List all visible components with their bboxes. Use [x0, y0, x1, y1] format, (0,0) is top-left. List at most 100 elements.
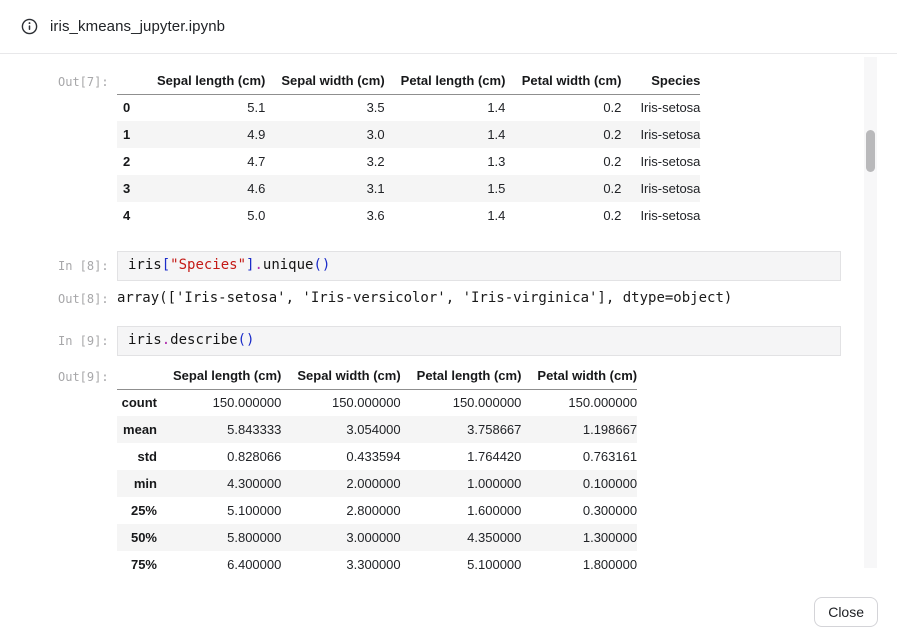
code-token: .	[162, 332, 170, 348]
table-cell: 1.3	[385, 148, 506, 175]
table-cell: 1.4	[385, 121, 506, 148]
table-row: 14.93.01.40.2Iris-setosa	[117, 121, 700, 148]
row-index: 4	[117, 202, 141, 229]
code-cell: iris["Species"].unique()	[117, 251, 841, 281]
table-cell: Iris-setosa	[621, 148, 700, 175]
code-token: "Species"	[170, 257, 246, 273]
close-button[interactable]: Close	[814, 597, 878, 627]
column-header: Sepal length (cm)	[157, 363, 281, 389]
column-header: Sepal width (cm)	[281, 363, 400, 389]
cell-prompt-label: In [8]:	[58, 251, 117, 273]
table-cell: 1.5	[385, 175, 506, 202]
table-row: 25%5.1000002.8000001.6000000.300000	[117, 497, 637, 524]
column-header: Species	[621, 68, 700, 94]
table-cell: 5.800000	[157, 524, 281, 551]
notebook-cell: Out[8]:array(['Iris-setosa', 'Iris-versi…	[0, 287, 897, 308]
notebook: Out[7]:Sepal length (cm)Sepal width (cm)…	[0, 68, 897, 575]
column-header: Petal width (cm)	[521, 363, 637, 389]
code-token: unique	[263, 257, 314, 273]
cell-prompt-label: Out[7]:	[58, 68, 117, 89]
table-row: 75%6.4000003.3000005.1000001.800000	[117, 551, 637, 575]
table-cell: Iris-setosa	[621, 121, 700, 148]
table-row: min4.3000002.0000001.0000000.100000	[117, 470, 637, 497]
notebook-cell: In [8]:iris["Species"].unique()	[0, 251, 897, 281]
table-cell: 3.1	[265, 175, 384, 202]
column-header: Sepal length (cm)	[141, 68, 265, 94]
table-cell: 1.4	[385, 94, 506, 121]
table-header-row: Sepal length (cm)Sepal width (cm)Petal l…	[117, 363, 637, 389]
table-cell: 1.800000	[521, 551, 637, 575]
code-token: (	[313, 257, 321, 273]
table-cell: 3.758667	[401, 416, 522, 443]
cell-prompt-label: In [9]:	[58, 326, 117, 348]
table-cell: 150.000000	[401, 389, 522, 416]
table-cell: 5.100000	[157, 497, 281, 524]
notebook-preview: Out[7]:Sepal length (cm)Sepal width (cm)…	[0, 55, 897, 575]
column-header: Sepal width (cm)	[265, 68, 384, 94]
code-token: )	[322, 257, 330, 273]
row-index: mean	[117, 416, 157, 443]
table-cell: 4.9	[141, 121, 265, 148]
code-token: .	[254, 257, 262, 273]
info-icon	[21, 18, 38, 35]
table-row: 50%5.8000003.0000004.3500001.300000	[117, 524, 637, 551]
table-cell: 3.0	[265, 121, 384, 148]
dialog-header: iris_kmeans_jupyter.ipynb	[0, 0, 897, 54]
vertical-scrollbar-thumb[interactable]	[866, 130, 875, 172]
row-index: 50%	[117, 524, 157, 551]
table-cell: Iris-setosa	[621, 202, 700, 229]
code-token: iris	[128, 332, 162, 348]
table-cell: 3.054000	[281, 416, 400, 443]
table-row: 45.03.61.40.2Iris-setosa	[117, 202, 700, 229]
row-index: 25%	[117, 497, 157, 524]
table-row: 05.13.51.40.2Iris-setosa	[117, 94, 700, 121]
table-cell: 150.000000	[521, 389, 637, 416]
table-row: mean5.8433333.0540003.7586671.198667	[117, 416, 637, 443]
table-cell: 1.600000	[401, 497, 522, 524]
table-row: count150.000000150.000000150.000000150.0…	[117, 389, 637, 416]
code-token: iris	[128, 257, 162, 273]
code-token: )	[246, 332, 254, 348]
table-cell: 4.7	[141, 148, 265, 175]
code-token: [	[162, 257, 170, 273]
table-cell: 5.843333	[157, 416, 281, 443]
code-cell: iris.describe()	[117, 326, 841, 356]
table-cell: 1.4	[385, 202, 506, 229]
table-cell: 5.0	[141, 202, 265, 229]
table-cell: 0.2	[505, 121, 621, 148]
table-cell: 3.5	[265, 94, 384, 121]
table-cell: 3.6	[265, 202, 384, 229]
dataframe-table: Sepal length (cm)Sepal width (cm)Petal l…	[117, 363, 637, 575]
table-cell: 3.300000	[281, 551, 400, 575]
notebook-cell: Out[7]:Sepal length (cm)Sepal width (cm)…	[0, 68, 897, 229]
row-index: 0	[117, 94, 141, 121]
table-cell: 1.764420	[401, 443, 522, 470]
table-cell: 4.6	[141, 175, 265, 202]
cell-prompt-label: Out[8]:	[58, 287, 117, 306]
row-index: count	[117, 389, 157, 416]
column-header: Petal length (cm)	[385, 68, 506, 94]
dataframe-table: Sepal length (cm)Sepal width (cm)Petal l…	[117, 68, 700, 229]
table-cell: 0.2	[505, 94, 621, 121]
table-cell: 4.300000	[157, 470, 281, 497]
row-index: 3	[117, 175, 141, 202]
row-index: std	[117, 443, 157, 470]
table-cell: 0.828066	[157, 443, 281, 470]
table-cell: 3.2	[265, 148, 384, 175]
column-header: Petal width (cm)	[505, 68, 621, 94]
file-title: iris_kmeans_jupyter.ipynb	[50, 18, 225, 35]
table-cell: 4.350000	[401, 524, 522, 551]
notebook-cell: In [9]:iris.describe()	[0, 326, 897, 356]
table-cell: 0.2	[505, 148, 621, 175]
table-row: std0.8280660.4335941.7644200.763161	[117, 443, 637, 470]
table-cell: Iris-setosa	[621, 175, 700, 202]
table-cell: Iris-setosa	[621, 94, 700, 121]
vertical-scrollbar-track[interactable]	[864, 57, 877, 568]
table-row: 34.63.11.50.2Iris-setosa	[117, 175, 700, 202]
table-cell: 0.2	[505, 202, 621, 229]
table-cell: 1.000000	[401, 470, 522, 497]
table-cell: 0.763161	[521, 443, 637, 470]
table-cell: 5.100000	[401, 551, 522, 575]
code-token: (	[238, 332, 246, 348]
column-header	[117, 363, 157, 389]
